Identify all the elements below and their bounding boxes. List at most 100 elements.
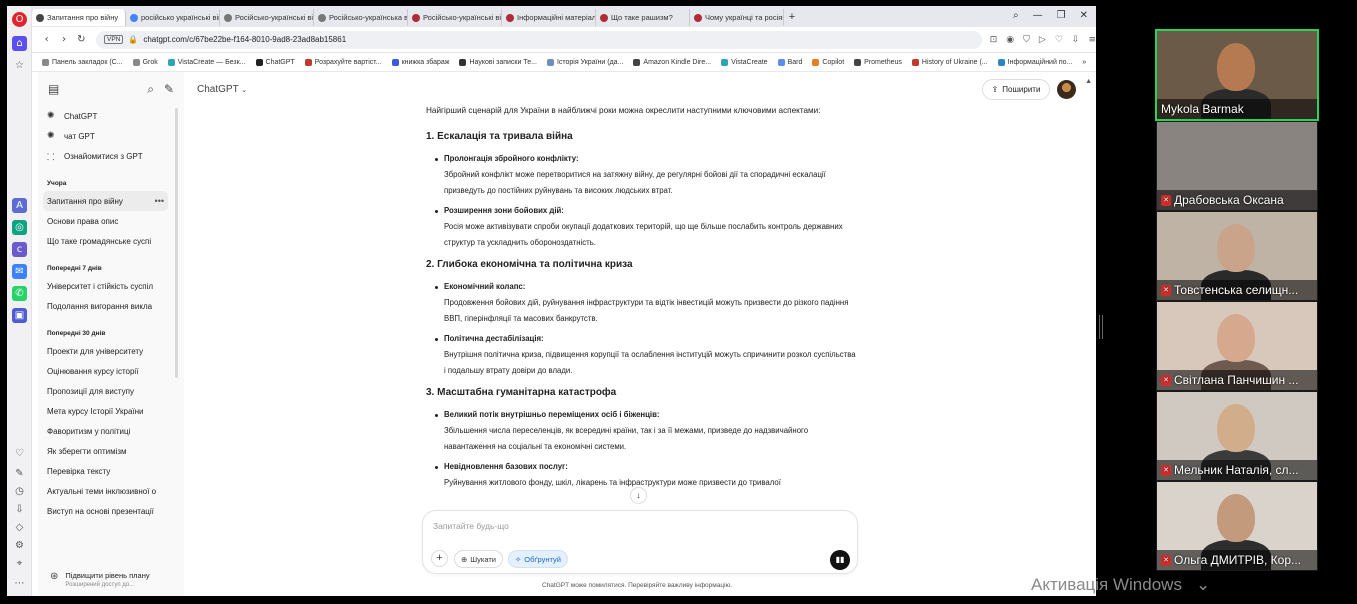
back-icon[interactable]: ‹ [38, 34, 55, 45]
snapshot-icon[interactable]: ◉ [1006, 35, 1014, 45]
bookmark[interactable]: Bard [777, 58, 802, 66]
forward-icon[interactable]: › [55, 34, 72, 45]
whatsapp-icon[interactable]: ✆ [12, 286, 27, 301]
attach-button[interactable]: + [431, 550, 448, 567]
chatgpt-app-icon[interactable]: ◎ [12, 220, 27, 235]
sidebar-item-explore-gpts[interactable]: ⸬ Ознайомитися з GPT [38, 146, 184, 166]
share-button[interactable]: ⇪ Поширити [982, 79, 1050, 100]
bookmark[interactable]: Історія України (да... [546, 58, 623, 66]
chat-history-item[interactable]: Проекти для університету [38, 341, 184, 361]
tab[interactable]: Російсько-українські війн [408, 9, 502, 26]
chat-history-item[interactable]: Запитання про війну ••• [43, 191, 168, 211]
bookmark[interactable]: VistaCreate [721, 58, 768, 66]
page-scroll-up-icon[interactable]: ▲ [1085, 78, 1092, 85]
chat-history-item[interactable]: Оцінювання курсу історії [38, 361, 184, 381]
heart-icon[interactable]: ♡ [1055, 35, 1063, 45]
bookmark[interactable]: Grok [132, 58, 158, 66]
participant-video[interactable]: ✕ Світлана Панчишин ... [1157, 302, 1317, 390]
more-options-icon[interactable]: ••• [155, 196, 164, 206]
chat-history-item[interactable]: Виступ на основі презентації [38, 501, 184, 521]
tab[interactable]: Російсько-українська війн [314, 9, 408, 26]
new-chat-icon[interactable]: ✎ [164, 82, 174, 96]
sidebar-item-gpt[interactable]: ✺ чат GPT [38, 126, 184, 146]
upgrade-plan-button[interactable]: ⊛ Підвищити рівень плану Розширений дост… [38, 571, 184, 588]
bookmark[interactable]: Інформаційний по... [997, 58, 1072, 66]
bookmark[interactable]: History of Ukraine (... [911, 58, 988, 66]
search-icon[interactable]: ⌕ [147, 82, 154, 97]
play-icon[interactable]: ▷ [1039, 35, 1046, 45]
new-tab-button[interactable]: + [784, 11, 800, 23]
tab[interactable]: Російсько-українські війн [220, 9, 314, 26]
pin-icon[interactable]: ⌖ [12, 556, 27, 571]
bookmark[interactable]: ChatGPT [255, 58, 295, 66]
chat-history-item[interactable]: Основи права опис [38, 211, 184, 231]
star-icon[interactable]: ☆ [12, 58, 27, 73]
bookmark[interactable]: книжка збараж [391, 58, 449, 66]
participant-video[interactable]: ✕ Драбовська Оксана [1157, 122, 1317, 210]
bookmark[interactable]: VistaCreate — Безк... [167, 58, 246, 66]
tab[interactable]: Що таке рашизм? [596, 9, 690, 26]
participant-video[interactable]: ✕ Ольга ДМИТРІВ, Кор... [1157, 482, 1317, 570]
chat-history-item[interactable]: Фаворитизм у політиці [38, 421, 184, 441]
resize-handle[interactable] [1099, 315, 1103, 339]
participant-video[interactable]: ✕ Товстенська селищн... [1157, 212, 1317, 300]
history-icon[interactable]: ◷ [12, 484, 27, 499]
bookmarks-overflow-button[interactable]: » [1082, 59, 1086, 66]
restore-icon[interactable]: ❐ [1057, 10, 1066, 21]
chat-history-item[interactable]: Як зберегти оптимізм [38, 441, 184, 461]
aria-icon[interactable]: A [12, 198, 27, 213]
shield-icon[interactable]: ⛉ [1023, 35, 1030, 45]
heart-icon[interactable]: ♡ [12, 446, 27, 461]
workspace-icon[interactable]: ⌂ [12, 36, 27, 51]
tab[interactable]: російсько українські війн [126, 9, 220, 26]
cube-icon[interactable]: ◇ [12, 520, 27, 535]
download-icon[interactable]: ⇩ [12, 502, 27, 517]
model-selector[interactable]: ChatGPT ⌄ [197, 84, 247, 95]
minimize-icon[interactable]: — [1033, 10, 1043, 21]
edit-icon[interactable]: ✎ [12, 466, 27, 481]
chat-history-item[interactable]: Перевірка тексту [38, 461, 184, 481]
reload-icon[interactable]: ↻ [73, 34, 90, 45]
opera-sidebar: O ⌂ ☆ A ◎ c ✉ ✆ ▣ ♡ ✎ ◷ ⇩ ◇ ⚙ ⌖ ⋯ [7, 6, 32, 596]
chat-history-item[interactable]: Пропозиції для виступу [38, 381, 184, 401]
bookmark[interactable]: Copilot [812, 58, 844, 66]
participant-video[interactable]: ✕ Мельник Наталія, сл... [1157, 392, 1317, 480]
vpn-badge[interactable]: VPN [103, 35, 124, 44]
bookmark[interactable]: Prometheus [854, 58, 902, 66]
sidebar-scrollbar[interactable] [175, 108, 178, 378]
scroll-down-button[interactable]: ↓ [630, 487, 647, 504]
bookmark[interactable]: Amazon Kindle Dire... [633, 58, 711, 66]
cs-app-icon[interactable]: c [12, 242, 27, 257]
messenger-icon[interactable]: ✉ [12, 264, 27, 279]
chat-history-item[interactable]: Університет і стійкість суспіл [38, 276, 184, 296]
url-field[interactable]: VPN 🔒 chatgpt.com/c/67be22be-f164-8010-9… [95, 30, 982, 49]
tab[interactable]: Чому українці та росіяни [690, 9, 784, 26]
settings-icon[interactable]: ⚙ [12, 538, 27, 553]
download-icon[interactable]: ⇩ [1072, 35, 1080, 45]
opera-logo-icon[interactable]: O [12, 12, 27, 27]
search-icon[interactable]: ⌕ [1013, 10, 1019, 21]
chat-history-item[interactable]: Мета курсу Історії України [38, 401, 184, 421]
bookmark[interactable]: Панель закладок (С... [42, 58, 123, 66]
close-icon[interactable]: ✕ [1080, 10, 1088, 21]
chat-history-item[interactable]: Подолання вигорання викла [38, 296, 184, 316]
tab[interactable]: Інформаційні матеріали [502, 9, 596, 26]
bookmark[interactable]: Наукові записки Те... [459, 58, 537, 66]
prompt-input[interactable]: Запитайте будь-що [433, 521, 509, 531]
chat-history-item[interactable]: Актуальні теми інклюзивної о [38, 481, 184, 501]
voice-mode-button[interactable]: ▮▮ [830, 550, 850, 570]
reason-button[interactable]: ✧ Обґрунтуй [508, 550, 568, 568]
app-icon[interactable]: ▣ [12, 308, 27, 323]
share-page-icon[interactable]: ⊡ [990, 35, 998, 45]
avatar[interactable] [1057, 80, 1076, 99]
menu-icon[interactable]: ≡ [1088, 35, 1096, 45]
chat-history-item[interactable]: Що таке громадянське суспі [38, 231, 184, 251]
sidebar-item-chatgpt[interactable]: ✺ ChatGPT [38, 106, 184, 126]
sidebar-toggle-icon[interactable]: ▤ [48, 82, 59, 96]
chevron-down-icon[interactable]: ⌄ [1196, 575, 1210, 595]
participant-video[interactable]: Mykola Barmak [1155, 29, 1319, 121]
search-button[interactable]: ⊕ Шукати [454, 550, 503, 568]
more-icon[interactable]: ⋯ [12, 576, 27, 591]
bookmark[interactable]: Розрахуйте вартіст... [304, 58, 382, 66]
tab[interactable]: Запитання про війну [32, 9, 126, 26]
